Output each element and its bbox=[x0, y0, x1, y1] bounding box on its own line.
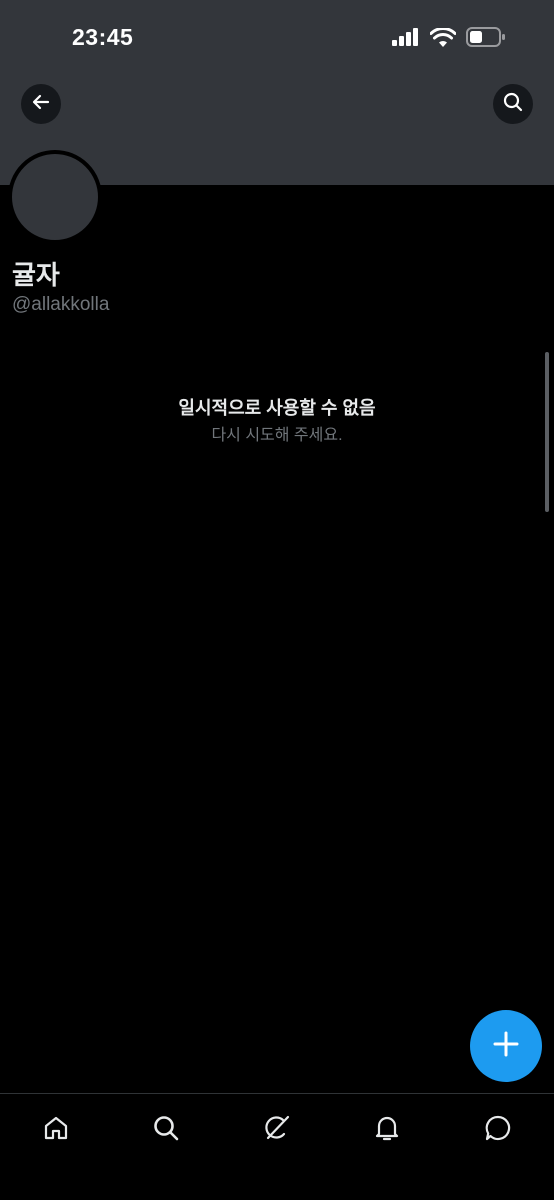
unavailable-title: 일시적으로 사용할 수 없음 bbox=[178, 398, 376, 418]
search-icon bbox=[503, 92, 523, 117]
profile-display-name: 귤자 bbox=[12, 260, 60, 290]
search-button[interactable] bbox=[493, 84, 533, 124]
tab-notifications[interactable] bbox=[367, 1110, 407, 1150]
compose-button[interactable] bbox=[470, 1010, 542, 1082]
unavailable-subtitle: 다시 시도해 주세요. bbox=[211, 427, 343, 444]
back-button[interactable] bbox=[21, 84, 61, 124]
battery-icon bbox=[466, 27, 506, 52]
tab-home[interactable] bbox=[36, 1110, 76, 1150]
wifi-icon bbox=[429, 26, 457, 52]
grok-icon bbox=[262, 1113, 292, 1148]
status-bar: 23:45 bbox=[0, 0, 554, 72]
status-time: 23:45 bbox=[72, 24, 134, 50]
bell-icon bbox=[373, 1114, 401, 1147]
arrow-left-icon bbox=[31, 92, 51, 117]
message-icon bbox=[483, 1113, 513, 1148]
plus-icon bbox=[492, 1030, 520, 1063]
tab-search[interactable] bbox=[146, 1110, 186, 1150]
tab-messages[interactable] bbox=[478, 1110, 518, 1150]
cellular-signal-icon bbox=[392, 28, 420, 51]
avatar[interactable] bbox=[8, 150, 102, 244]
bottom-tab-bar bbox=[0, 1093, 554, 1200]
profile-screen: 23:45 귤자 @allakkolla 일시적으로 사용할 수 없음 다시 시… bbox=[0, 0, 554, 1200]
tab-grok[interactable] bbox=[257, 1110, 297, 1150]
scrollbar[interactable] bbox=[545, 352, 549, 512]
home-icon bbox=[42, 1114, 70, 1147]
profile-handle: @allakkolla bbox=[12, 294, 110, 315]
status-icons bbox=[392, 26, 506, 52]
search-icon bbox=[152, 1114, 180, 1147]
